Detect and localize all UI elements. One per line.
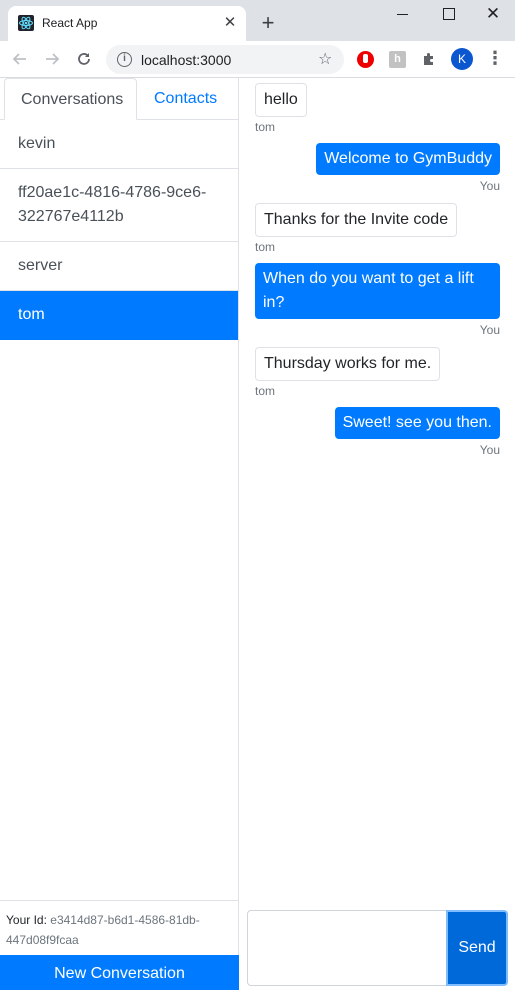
message-bubble: hello bbox=[255, 83, 307, 117]
arrow-left-icon bbox=[12, 53, 26, 65]
ad-blocker-extension-icon[interactable] bbox=[357, 51, 374, 68]
message-bubble: Thanks for the Invite code bbox=[255, 203, 458, 237]
window-minimize-button[interactable] bbox=[388, 2, 416, 26]
message-composer: Send bbox=[247, 910, 509, 986]
tab-close-icon[interactable]: ✕ bbox=[221, 14, 239, 32]
message-sender: tom bbox=[255, 120, 276, 134]
new-tab-button[interactable]: + bbox=[256, 11, 280, 35]
your-id-panel: Your Id: e3414d87-b6d1-4586-81db-447d08f… bbox=[0, 900, 238, 955]
message-bubble: When do you want to get a lift in? bbox=[255, 263, 500, 319]
profile-avatar[interactable]: K bbox=[451, 48, 473, 70]
browser-toolbar: i localhost:3000 ☆ h K ⋮ bbox=[0, 41, 515, 78]
tab-conversations[interactable]: Conversations bbox=[4, 78, 137, 120]
conversation-item-tom[interactable]: tom bbox=[0, 291, 238, 340]
puzzle-icon[interactable] bbox=[421, 49, 437, 72]
message-bubble: Sweet! see you then. bbox=[334, 407, 500, 439]
conversation-item-server[interactable]: server bbox=[0, 242, 238, 291]
message-sender: You bbox=[479, 323, 500, 337]
message-sender: You bbox=[479, 179, 500, 193]
conversation-item-kevin[interactable]: kevin bbox=[0, 120, 238, 169]
browser-tab[interactable]: React App ✕ bbox=[8, 6, 246, 41]
arrow-right-icon bbox=[46, 53, 60, 65]
sidebar-tabs: Conversations Contacts bbox=[0, 78, 238, 120]
message-bubble: Thursday works for me. bbox=[255, 347, 441, 381]
window-close-button[interactable]: ✕ bbox=[479, 2, 507, 26]
message-sender: You bbox=[479, 443, 500, 457]
message-sender: tom bbox=[255, 384, 276, 398]
send-button[interactable]: Send bbox=[446, 910, 508, 986]
react-logo-icon bbox=[18, 15, 34, 31]
message-bubble: Welcome to GymBuddy bbox=[316, 143, 500, 175]
window-maximize-button[interactable] bbox=[434, 2, 462, 26]
reload-icon bbox=[78, 53, 90, 65]
url-text[interactable]: localhost:3000 bbox=[141, 52, 231, 68]
message-sender: tom bbox=[255, 240, 276, 254]
star-icon[interactable]: ☆ bbox=[318, 49, 332, 69]
back-button[interactable] bbox=[8, 47, 32, 71]
forward-button[interactable] bbox=[40, 47, 64, 71]
tab-contacts[interactable]: Contacts bbox=[138, 78, 233, 120]
conversation-list: kevin ff20ae1c-4816-4786-9ce6-322767e411… bbox=[0, 120, 238, 340]
info-icon[interactable]: i bbox=[117, 52, 132, 67]
message-input[interactable] bbox=[247, 910, 447, 986]
your-id-label: Your Id: bbox=[6, 913, 47, 927]
reload-button[interactable] bbox=[72, 47, 96, 71]
chat-panel: hello tom Welcome to GymBuddy You Thanks… bbox=[239, 78, 515, 990]
tab-title: React App bbox=[42, 16, 98, 30]
extension-icon[interactable]: h bbox=[389, 51, 406, 68]
kebab-menu-icon[interactable]: ⋮ bbox=[486, 48, 504, 69]
browser-tabstrip: React App ✕ + ✕ bbox=[0, 0, 515, 41]
address-bar[interactable]: i localhost:3000 ☆ bbox=[106, 45, 344, 74]
conversation-item-uuid[interactable]: ff20ae1c-4816-4786-9ce6-322767e4112b bbox=[0, 169, 238, 242]
new-conversation-button[interactable]: New Conversation bbox=[0, 955, 239, 990]
sidebar: Conversations Contacts kevin ff20ae1c-48… bbox=[0, 78, 239, 990]
